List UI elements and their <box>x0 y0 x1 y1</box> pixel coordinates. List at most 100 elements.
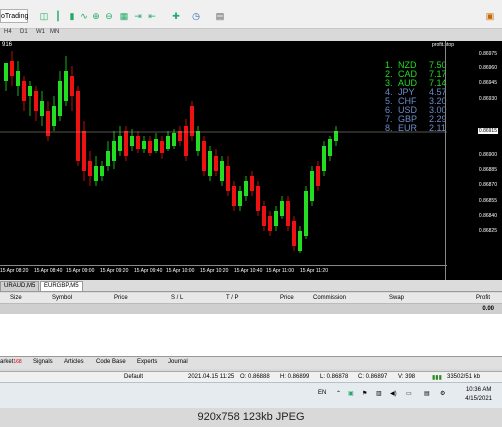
image-caption-text: 920x758 123kb JPEG <box>197 411 305 423</box>
windows-taskbar: EN ⌃ ▣ ⚑ ▥ ◀) ▭ ▤ ⚙ 10:36 AM 4/15/2021 <box>0 382 502 409</box>
chart-shift-icon[interactable]: ⇤ <box>146 10 158 22</box>
tab-signals[interactable]: Signals <box>33 359 53 365</box>
tray-battery-icon[interactable]: ▭ <box>406 390 412 397</box>
candle-body <box>34 91 38 111</box>
candle-body <box>274 211 278 226</box>
candle-body <box>220 161 224 181</box>
autotrading-button[interactable]: oTrading <box>0 9 28 23</box>
currency-strength-legend: 1. NZD 7.50 2. CAD 7.17 3. AUD 7.14 4. JPY 4.57 5. CH… <box>385 61 447 133</box>
candle-body <box>256 186 260 211</box>
price-tick-label: 0.86960 <box>478 65 497 71</box>
legend-value: 2.11 <box>429 123 446 133</box>
tray-flag-icon[interactable]: ⚑ <box>362 390 367 397</box>
status-low: L: 0.86878 <box>320 374 349 380</box>
tray-volume-icon[interactable]: ◀) <box>390 390 397 397</box>
candle-body <box>94 166 98 181</box>
status-datetime: 2021.04.15 11:25 <box>188 374 235 380</box>
col-tp[interactable]: T / P <box>226 295 239 301</box>
candle-body <box>16 71 20 86</box>
balance-profit-value: 0.00 <box>482 306 494 312</box>
price-tick-label: 0.86870 <box>478 182 497 188</box>
tray-chevron-icon[interactable]: ⌃ <box>336 390 341 397</box>
tray-settings-icon[interactable]: ⚙ <box>440 390 445 397</box>
candle-body <box>58 81 62 116</box>
col-profit[interactable]: Profit <box>476 295 490 301</box>
period-mn[interactable]: MN <box>50 29 59 35</box>
candle-body <box>292 221 296 246</box>
candle-body <box>130 136 134 146</box>
periods-icon[interactable]: ◷ <box>190 10 202 22</box>
period-w1[interactable]: W1 <box>36 29 45 35</box>
candle-body <box>112 141 116 161</box>
price-chart[interactable]: 916 profit.stop 1. NZD 7.50 2. CAD 7.17 3. AUD 7… <box>0 41 502 280</box>
tab-uraud[interactable]: URAUD,M5 <box>0 281 40 292</box>
tray-clipboard-icon[interactable]: ▤ <box>424 390 430 397</box>
candle-body <box>244 181 248 196</box>
tab-code-base[interactable]: Code Base <box>96 359 126 365</box>
col-swap[interactable]: Swap <box>389 295 404 301</box>
time-tick-label: 15 Apr 08:40 <box>34 268 63 274</box>
balance-row[interactable]: 0.00 <box>0 304 502 314</box>
time-tick-label: 15 Apr 11:00 <box>266 268 294 274</box>
candle-body <box>118 136 122 151</box>
period-h4[interactable]: H4 <box>4 29 12 35</box>
zoom-in-icon[interactable]: ⊕ <box>90 10 102 22</box>
col-price[interactable]: Price <box>114 295 128 301</box>
col-commission[interactable]: Commission <box>313 295 346 301</box>
price-tick-label: 0.86900 <box>478 152 497 158</box>
candle-body <box>166 136 170 149</box>
candle-body <box>4 63 8 81</box>
chart-tabs: URAUD,M5 EURGBP,M5 <box>0 280 502 292</box>
candle-body <box>334 131 338 141</box>
new-order-icon[interactable]: ◫ <box>38 10 50 22</box>
candlestick-icon[interactable]: ▮ <box>66 10 78 22</box>
tab-experts[interactable]: Experts <box>137 359 157 365</box>
col-size[interactable]: Size <box>10 295 22 301</box>
indicators-icon[interactable]: ✚ <box>170 10 182 22</box>
time-axis: 15 Apr 08:20 15 Apr 08:40 15 Apr 09:00 15 A… <box>0 265 447 281</box>
taskbar-clock[interactable]: 10:36 AM 4/15/2021 <box>465 386 492 404</box>
candle-body <box>262 206 266 226</box>
autoscroll-icon[interactable]: ⇥ <box>132 10 144 22</box>
candle-body <box>304 191 308 236</box>
tile-windows-icon[interactable]: ▦ <box>118 10 130 22</box>
candle-body <box>316 166 320 186</box>
price-tick-label: 0.86945 <box>478 80 497 86</box>
col-price-current[interactable]: Price <box>280 295 294 301</box>
candle-body <box>178 131 182 141</box>
period-d1[interactable]: D1 <box>20 29 28 35</box>
current-price-label: 0.86915 <box>477 128 498 134</box>
candle-body <box>160 141 164 153</box>
chart-properties-icon[interactable]: ▣ <box>484 10 496 22</box>
time-tick-label: 15 Apr 08:20 <box>0 268 29 274</box>
tray-app-icon[interactable]: ▣ <box>348 390 354 397</box>
tab-articles[interactable]: Articles <box>64 359 84 365</box>
line-chart-icon[interactable]: ∿ <box>78 10 90 22</box>
candle-body <box>310 171 314 201</box>
candle-body <box>76 91 80 161</box>
col-sl[interactable]: S / L <box>171 295 183 301</box>
price-tick-label: 0.86825 <box>478 228 497 234</box>
candle-body <box>268 216 272 231</box>
candle-body <box>88 161 92 176</box>
language-indicator[interactable]: EN <box>318 390 326 396</box>
terminal-body <box>0 314 502 356</box>
zoom-out-icon[interactable]: ⊖ <box>103 10 115 22</box>
main-toolbar: oTrading ◫ ┃ ▮ ∿ ⊕ ⊖ ▦ ⇥ ⇤ ✚ ◷ ▤ ▣ <box>0 0 502 29</box>
price-axis: 0.86915 0.86975 0.86960 0.86945 0.86930 0.86… <box>445 41 502 280</box>
col-symbol[interactable]: Symbol <box>52 295 72 301</box>
tab-market[interactable]: arket168 <box>0 359 22 365</box>
templates-icon[interactable]: ▤ <box>214 10 226 22</box>
status-volume: V: 398 <box>398 374 416 380</box>
bar-chart-icon[interactable]: ┃ <box>52 10 64 22</box>
tab-eurgbp[interactable]: EURGBP,M5 <box>40 281 83 291</box>
time-tick-label: 15 Apr 10:40 <box>234 268 263 274</box>
candle-body <box>82 131 86 171</box>
price-tick-label: 0.86855 <box>478 198 497 204</box>
tab-journal[interactable]: Journal <box>168 359 188 365</box>
time-tick-label: 15 Apr 09:00 <box>66 268 95 274</box>
image-caption: 920x758 123kb JPEG <box>0 408 502 427</box>
tray-network-icon[interactable]: ▥ <box>376 390 382 397</box>
candle-body <box>22 81 26 101</box>
candle-body <box>196 131 200 151</box>
